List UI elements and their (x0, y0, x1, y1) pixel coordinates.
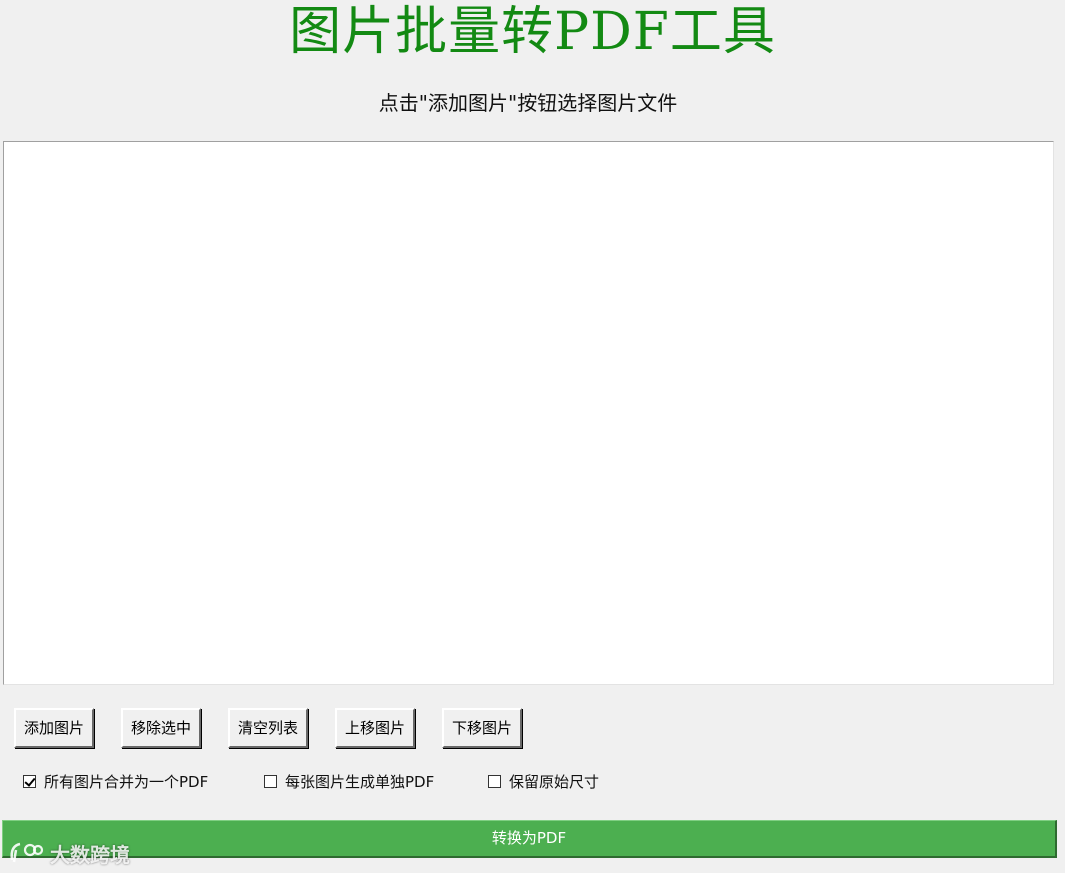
image-file-list[interactable] (3, 141, 1054, 685)
merge-checkbox[interactable] (23, 774, 36, 788)
app-title: 图片批量转PDF工具 (289, 2, 776, 62)
convert-to-pdf-button[interactable]: 转换为PDF (2, 820, 1057, 858)
clear-list-button[interactable]: 清空列表 (228, 708, 308, 748)
keep-size-option[interactable]: 保留原始尺寸 (488, 769, 599, 793)
separate-checkbox[interactable] (264, 774, 277, 788)
keep-size-checkbox[interactable] (488, 774, 501, 788)
merge-label: 所有图片合并为一个PDF (44, 772, 209, 791)
remove-selected-button[interactable]: 移除选中 (121, 708, 201, 748)
move-down-button[interactable]: 下移图片 (442, 708, 522, 748)
separate-option[interactable]: 每张图片生成单独PDF (264, 769, 434, 793)
move-up-button[interactable]: 上移图片 (335, 708, 415, 748)
add-images-button[interactable]: 添加图片 (14, 708, 94, 748)
separate-label: 每张图片生成单独PDF (285, 772, 435, 791)
keep-size-label: 保留原始尺寸 (509, 772, 600, 791)
merge-option[interactable]: 所有图片合并为一个PDF (23, 769, 208, 793)
instruction-text: 点击"添加图片"按钮选择图片文件 (378, 91, 678, 115)
